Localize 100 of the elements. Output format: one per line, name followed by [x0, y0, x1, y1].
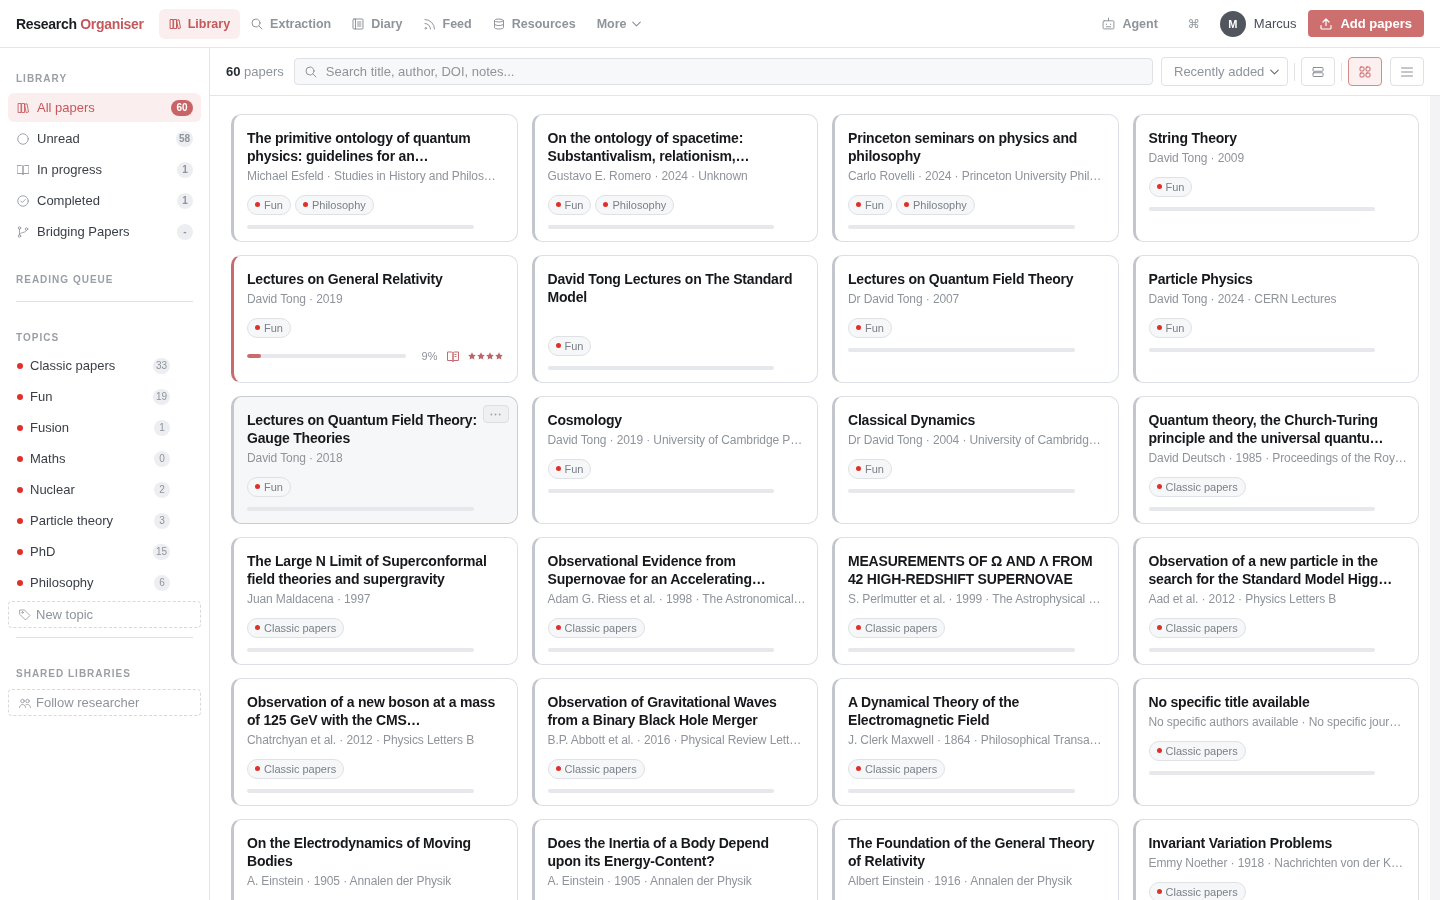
paper-title[interactable]: Princeton seminars on physics and philosophy [848, 129, 1108, 165]
grid-icon [1359, 65, 1371, 78]
paper-card[interactable]: Lectures on Quantum Field Theory Dr David Tong · 2007 Fun [832, 255, 1119, 383]
paper-card[interactable]: Particle Physics David Tong · 2024 · CERN Lectures Fun [1132, 255, 1419, 383]
paper-card[interactable]: Cosmology David Tong · 2019 · University of Cambridge P… Fun [531, 396, 818, 524]
paper-title[interactable]: Observation of Gravitational Waves from a Binary Black Hole Merger [547, 693, 807, 729]
topic-tag[interactable]: Philosophy [294, 195, 374, 215]
paper-meta: David Tong · 2024 · CERN Lectures [1148, 291, 1338, 307]
topic-tag[interactable]: Fun [247, 195, 291, 215]
paper-title[interactable]: The Foundation of the General Theory of Relativity [848, 834, 1108, 870]
topic-tag[interactable]: Classic papers [1148, 741, 1246, 761]
paper-title[interactable]: Lectures on General Relativity [247, 270, 507, 288]
topic-tag[interactable]: Fun [848, 318, 892, 338]
count-badge: 3 [154, 512, 170, 529]
paper-meta: Chatrchyan et al. · 2012 · Physics Letters B [247, 732, 476, 748]
book-icon[interactable] [446, 350, 459, 362]
paper-title[interactable]: Particle Physics [1148, 270, 1408, 288]
topic-tag[interactable]: Fun [247, 477, 291, 497]
paper-title[interactable]: Observation of a new boson at a mass of 125 GeV with the CMS… [247, 693, 507, 729]
paper-title[interactable]: On the ontology of spacetime: Substantivalism, relationism,… [547, 129, 807, 165]
paper-card[interactable]: On the ontology of spacetime: Substantivalism, relationism,… Gustavo E. Romero · 2024 · Unknown Fun Philosophy [531, 114, 818, 242]
topic-tag[interactable]: Fun [848, 459, 892, 479]
books-icon [168, 17, 181, 30]
paper-card[interactable]: Quantum theory, the Church-Turing principle and the universal quantu… David Deutsch · 1985 · Proceedings of the Roy… Classic papers [1132, 396, 1419, 524]
topic-item[interactable]: Nuclear 2 [8, 475, 201, 504]
paper-title[interactable]: A Dynamical Theory of the Electromagnetic Field [848, 693, 1108, 729]
topic-tag[interactable]: Classic papers [1148, 477, 1246, 497]
topic-tag[interactable]: Fun [1148, 177, 1193, 197]
paper-title[interactable]: On the Electrodynamics of Moving Bodies [247, 834, 507, 870]
sidebar-item[interactable]: In progress 1 [8, 155, 201, 184]
topic-tag[interactable]: Philosophy [595, 195, 675, 215]
topic-tag[interactable]: Fun [848, 195, 892, 215]
paper-card[interactable]: David Tong Lectures on The Standard Model Fun [531, 255, 818, 383]
topic-tag[interactable]: Classic papers [848, 618, 946, 638]
topic-tag[interactable]: Fun [247, 318, 291, 338]
paper-title[interactable]: Does the Inertia of a Body Depend upon its Energy-Content? [547, 834, 807, 870]
paper-title[interactable]: Invariant Variation Problems [1148, 834, 1408, 852]
more-button[interactable] [482, 405, 509, 423]
paper-card[interactable]: Lectures on General Relativity David Tong · 2019 Fun 9% [231, 255, 518, 383]
paper-title[interactable]: String Theory [1148, 129, 1408, 147]
topic-item[interactable]: Fun 19 [8, 382, 201, 411]
topic-item[interactable]: Fusion 1 [8, 413, 201, 442]
topic-item[interactable]: Particle theory 3 [8, 506, 201, 535]
paper-card[interactable]: Observation of Gravitational Waves from a Binary Black Hole Merger B.P. Abbott et al. · 2016 · Physical Review Lett… Classic papers [531, 678, 818, 806]
paper-card[interactable]: Observational Evidence from Supernovae for an Accelerating… Adam G. Riess et al. · 1998 · The Astronomical… Classic papers [531, 537, 818, 665]
paper-card[interactable]: A Dynamical Theory of the Electromagnetic Field J. Clerk Maxwell · 1864 · Philosophical Transa… Classic papers [832, 678, 1119, 806]
topic-tag[interactable]: Fun [1148, 318, 1193, 338]
paper-card[interactable]: Princeton seminars on physics and philosophy Carlo Rovelli · 2024 · Princeton University Phil… Fun Philosophy [832, 114, 1119, 242]
sidebar-item[interactable]: Unread 58 [8, 124, 201, 153]
paper-card[interactable]: Does the Inertia of a Body Depend upon its Energy-Content? A. Einstein · 1905 · Annalen der Physik [531, 819, 818, 900]
topic-tag[interactable]: Classic papers [547, 618, 645, 638]
view-toggle[interactable] [1348, 57, 1382, 86]
topic-tag[interactable]: Fun [547, 336, 592, 356]
sidebar-item[interactable]: Completed 1 [8, 186, 201, 215]
paper-title[interactable]: Observational Evidence from Supernovae for an Accelerating… [547, 552, 807, 588]
paper-title[interactable]: Quantum theory, the Church-Turing principle and the universal quantu… [1148, 411, 1408, 447]
paper-card[interactable]: The Foundation of the General Theory of Relativity Albert Einstein · 1916 · Annalen der Physik [832, 819, 1119, 900]
paper-title[interactable]: David Tong Lectures on The Standard Model [547, 270, 807, 306]
paper-card[interactable]: Observation of a new particle in the search for the Standard Model Higg… Aad et al. · 2012 · Physics Letters B Classic papers [1132, 537, 1419, 665]
topic-tag[interactable]: Philosophy [895, 195, 975, 215]
paper-title[interactable]: The Large N Limit of Superconformal field theories and supergravity [247, 552, 507, 588]
paper-card[interactable]: Invariant Variation Problems Emmy Noether · 1918 · Nachrichten von der K… Classic papers [1132, 819, 1419, 900]
app-logo[interactable]: Research Organiser [16, 15, 144, 32]
topic-tag[interactable]: Classic papers [247, 759, 345, 779]
topic-tag[interactable]: Fun [547, 195, 592, 215]
sidebar-item[interactable]: Bridging Papers - [8, 217, 201, 246]
sidebar-item[interactable]: All papers 60 [8, 93, 201, 122]
topic-tag[interactable]: Classic papers [547, 759, 645, 779]
nav-tab[interactable]: Library [158, 8, 241, 39]
topic-item[interactable]: Philosophy 6 [8, 568, 201, 597]
paper-card[interactable]: Observation of a new boson at a mass of 125 GeV with the CMS… Chatrchyan et al. · 2012 · Physics Letters B Classic papers [231, 678, 518, 806]
paper-title[interactable]: Classical Dynamics [848, 411, 1108, 429]
paper-title[interactable]: Lectures on Quantum Field Theory [848, 270, 1108, 288]
search-field[interactable]: Search title, author, DOI, notes... [293, 58, 1153, 85]
paper-card[interactable]: Lectures on Quantum Field Theory: Gauge Theories David Tong · 2018 Fun [231, 396, 518, 524]
user-avatar[interactable]: M [1219, 10, 1246, 37]
paper-card[interactable]: The primitive ontology of quantum physics: guidelines for an… Michael Esfeld · Studies in History and Philos… Fun Philosophy [231, 114, 518, 242]
paper-card[interactable]: No specific title available No specific authors available · No specific jour… Classic papers [1132, 678, 1419, 806]
topic-tag[interactable]: Classic papers [247, 618, 345, 638]
count-badge: 0 [154, 450, 170, 467]
paper-title[interactable]: Cosmology [547, 411, 807, 429]
paper-title[interactable]: Observation of a new particle in the search for the Standard Model Higg… [1148, 552, 1408, 588]
topic-item[interactable]: Classic papers 33 [8, 351, 201, 380]
paper-card[interactable]: Classical Dynamics Dr David Tong · 2004 · University of Cambridg… Fun [832, 396, 1119, 524]
paper-title[interactable]: No specific title available [1148, 693, 1408, 711]
paper-card[interactable]: MEASUREMENTS OF Ω AND Λ FROM 42 HIGH-REDSHIFT SUPERNOVAE S. Perlmutter et al. · 1999 · The Astrophysical … Classic papers [832, 537, 1119, 665]
topic-tag[interactable]: Classic papers [848, 759, 946, 779]
topic-tag[interactable]: Classic papers [1148, 618, 1246, 638]
topic-item[interactable]: Maths 0 [8, 444, 201, 473]
paper-card[interactable]: The Large N Limit of Superconformal field theories and supergravity Juan Maldacena · 1997 Classic papers [231, 537, 518, 665]
scrollbar-track[interactable] [1430, 96, 1440, 900]
paper-card[interactable]: String Theory David Tong · 2009 Fun [1132, 114, 1419, 242]
topic-tag[interactable]: Fun [547, 459, 592, 479]
paper-title[interactable]: Lectures on Quantum Field Theory: Gauge Theories [247, 411, 507, 447]
topic-tag[interactable]: Classic papers [1148, 882, 1246, 900]
paper-title[interactable]: MEASUREMENTS OF Ω AND Λ FROM 42 HIGH-REDSHIFT SUPERNOVAE [848, 552, 1108, 588]
user-name[interactable]: Marcus [1253, 16, 1297, 31]
paper-title[interactable]: The primitive ontology of quantum physics: guidelines for an… [247, 129, 507, 165]
paper-card[interactable]: On the Electrodynamics of Moving Bodies A. Einstein · 1905 · Annalen der Physik [231, 819, 518, 900]
topic-item[interactable]: PhD 15 [8, 537, 201, 566]
